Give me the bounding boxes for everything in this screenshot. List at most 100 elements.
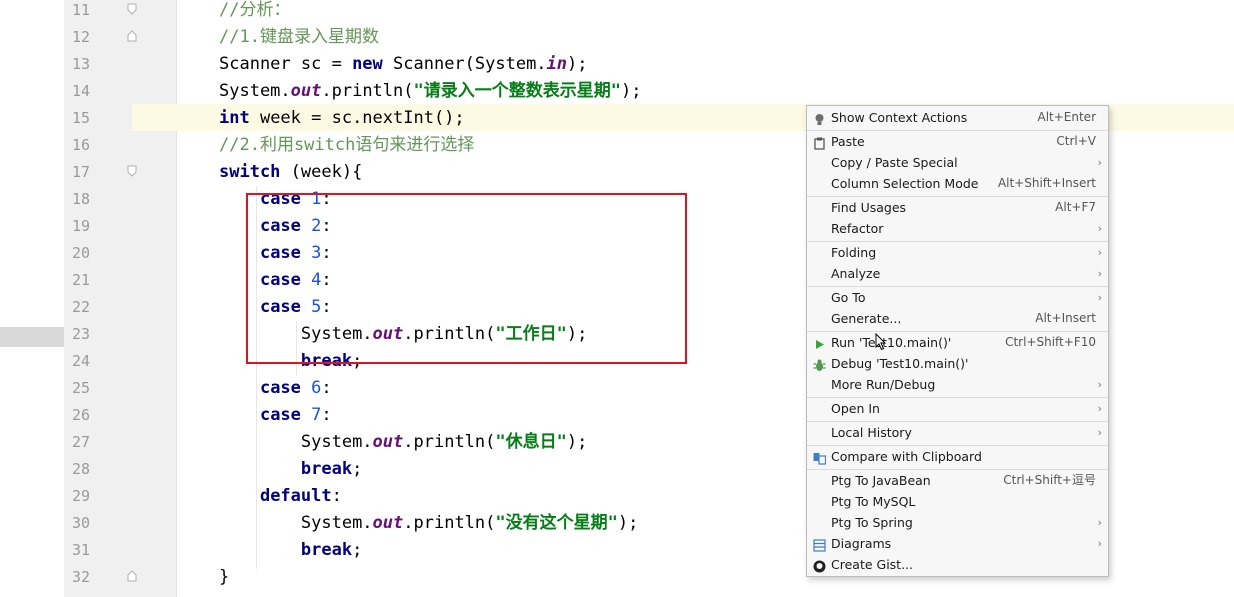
line-number: 21: [71, 271, 90, 289]
code-comment: //1.键盘录入星期数: [219, 27, 379, 47]
code-line-28: break;: [219, 456, 362, 483]
code-line-31: break;: [219, 537, 362, 564]
menu-item-ptg-to-javabean[interactable]: Ptg To JavaBean Ctrl+Shift+逗号: [807, 470, 1108, 491]
code-keyword: int: [219, 108, 250, 128]
menu-item-more-run-debug[interactable]: More Run/Debug ›: [807, 374, 1108, 395]
submenu-arrow-icon: ›: [1097, 291, 1102, 304]
menu-item-refactor[interactable]: Refactor ›: [807, 218, 1108, 239]
menu-item-run[interactable]: Run 'Test10.main()' Ctrl+Shift+F10: [807, 332, 1108, 353]
code-string: "没有这个星期": [495, 513, 618, 533]
code-keyword: new: [352, 54, 383, 74]
code-text: :: [321, 378, 332, 398]
menu-item-column-selection-mode[interactable]: Column Selection Mode Alt+Shift+Insert: [807, 173, 1108, 194]
left-tool-strip: [0, 0, 64, 597]
fold-marker-icon[interactable]: [127, 30, 137, 42]
menu-item-compare-with-clipboard[interactable]: Compare with Clipboard: [807, 446, 1108, 467]
line-number: 11: [71, 1, 90, 19]
menu-item-local-history[interactable]: Local History ›: [807, 422, 1108, 443]
run-icon: [813, 336, 826, 349]
code-field: out: [372, 513, 404, 533]
code-keyword: break: [300, 540, 353, 560]
menu-item-ptg-to-spring[interactable]: Ptg To Spring ›: [807, 512, 1108, 533]
menu-item-generate[interactable]: Generate... Alt+Insert: [807, 308, 1108, 329]
line-number: 26: [71, 406, 90, 424]
menu-item-copy-paste-special[interactable]: Copy / Paste Special ›: [807, 152, 1108, 173]
line-number: 24: [71, 352, 90, 370]
line-number: 30: [71, 514, 90, 532]
menu-item-label: Local History: [831, 425, 912, 440]
submenu-arrow-icon: ›: [1097, 516, 1102, 529]
menu-item-label: Compare with Clipboard: [831, 449, 982, 464]
menu-item-label: Debug 'Test10.main()': [831, 356, 969, 371]
code-keyword: switch: [219, 162, 281, 182]
code-line-27: System.out.println("休息日");: [219, 429, 587, 456]
submenu-arrow-icon: ›: [1097, 246, 1102, 259]
code-keyword: case: [259, 405, 301, 425]
code-line-26: case 7:: [219, 402, 332, 429]
submenu-arrow-icon: ›: [1097, 267, 1102, 280]
fold-marker-icon[interactable]: [127, 570, 137, 582]
menu-item-create-gist[interactable]: Create Gist...: [807, 554, 1108, 575]
submenu-arrow-icon: ›: [1097, 378, 1102, 391]
menu-item-label: Refactor: [831, 221, 884, 236]
menu-item-label: Create Gist...: [831, 557, 914, 572]
menu-item-label: Show Context Actions: [831, 110, 968, 125]
code-text: System.: [219, 81, 291, 101]
code-number: 7: [311, 405, 322, 425]
code-line-11: //分析：: [219, 0, 290, 24]
code-line-29: default:: [219, 483, 342, 510]
line-number: 23: [71, 325, 90, 343]
menu-item-shortcut: Ctrl+V: [1056, 134, 1096, 148]
fold-marker-icon[interactable]: [127, 165, 137, 177]
code-line-32: }: [219, 564, 229, 591]
line-number: 16: [71, 136, 90, 154]
menu-item-analyze[interactable]: Analyze ›: [807, 263, 1108, 284]
line-number: 29: [71, 487, 90, 505]
menu-item-open-in[interactable]: Open In ›: [807, 398, 1108, 419]
code-line-30: System.out.println("没有这个星期");: [219, 510, 638, 537]
menu-item-debug[interactable]: Debug 'Test10.main()': [807, 353, 1108, 374]
menu-item-ptg-to-mysql[interactable]: Ptg To MySQL: [807, 491, 1108, 512]
code-field: in: [546, 54, 568, 74]
line-number: 31: [71, 541, 90, 559]
code-line-12: //1.键盘录入星期数: [219, 24, 379, 51]
menu-item-label: Paste: [831, 134, 865, 149]
menu-item-label: Analyze: [831, 266, 881, 281]
code-text: ;: [352, 459, 363, 479]
code-number: 6: [311, 378, 322, 398]
code-text: .println(: [321, 81, 414, 101]
code-string: "请录入一个整数表示星期": [413, 81, 621, 101]
line-number: 12: [71, 28, 90, 46]
menu-item-label: Go To: [831, 290, 866, 305]
menu-item-shortcut: Alt+Shift+Insert: [997, 176, 1096, 190]
submenu-arrow-icon: ›: [1097, 426, 1102, 439]
submenu-arrow-icon: ›: [1097, 402, 1102, 415]
submenu-arrow-icon: ›: [1097, 222, 1102, 235]
menu-item-show-context-actions[interactable]: Show Context Actions Alt+Enter: [807, 107, 1108, 128]
mouse-cursor-icon: [875, 332, 887, 355]
menu-item-label: Open In: [831, 401, 880, 416]
menu-item-shortcut: Alt+Insert: [1035, 311, 1096, 325]
line-number: 14: [71, 82, 90, 100]
menu-item-label: Folding: [831, 245, 877, 260]
menu-item-find-usages[interactable]: Find Usages Alt+F7: [807, 197, 1108, 218]
code-field: out: [290, 81, 322, 101]
menu-item-shortcut: Alt+F7: [1055, 200, 1096, 214]
menu-item-label: Ptg To JavaBean: [831, 473, 931, 488]
code-text: );: [566, 432, 588, 452]
code-comment: //2.利用switch语句来进行选择: [219, 135, 475, 155]
menu-item-diagrams[interactable]: Diagrams ›: [807, 533, 1108, 554]
menu-item-folding[interactable]: Folding ›: [807, 242, 1108, 263]
menu-item-label: Ptg To Spring: [831, 515, 913, 530]
code-keyword: default: [259, 486, 332, 506]
code-text: (week){: [280, 162, 363, 182]
line-number: 13: [71, 55, 90, 73]
line-number: 15: [71, 109, 90, 127]
line-number: 32: [71, 568, 90, 586]
menu-item-go-to[interactable]: Go To ›: [807, 287, 1108, 308]
fold-marker-icon[interactable]: [127, 3, 137, 15]
code-string: "休息日": [495, 432, 567, 452]
menu-item-label: More Run/Debug: [831, 377, 936, 392]
menu-item-paste[interactable]: Paste Ctrl+V: [807, 131, 1108, 152]
code-text: );: [620, 81, 642, 101]
